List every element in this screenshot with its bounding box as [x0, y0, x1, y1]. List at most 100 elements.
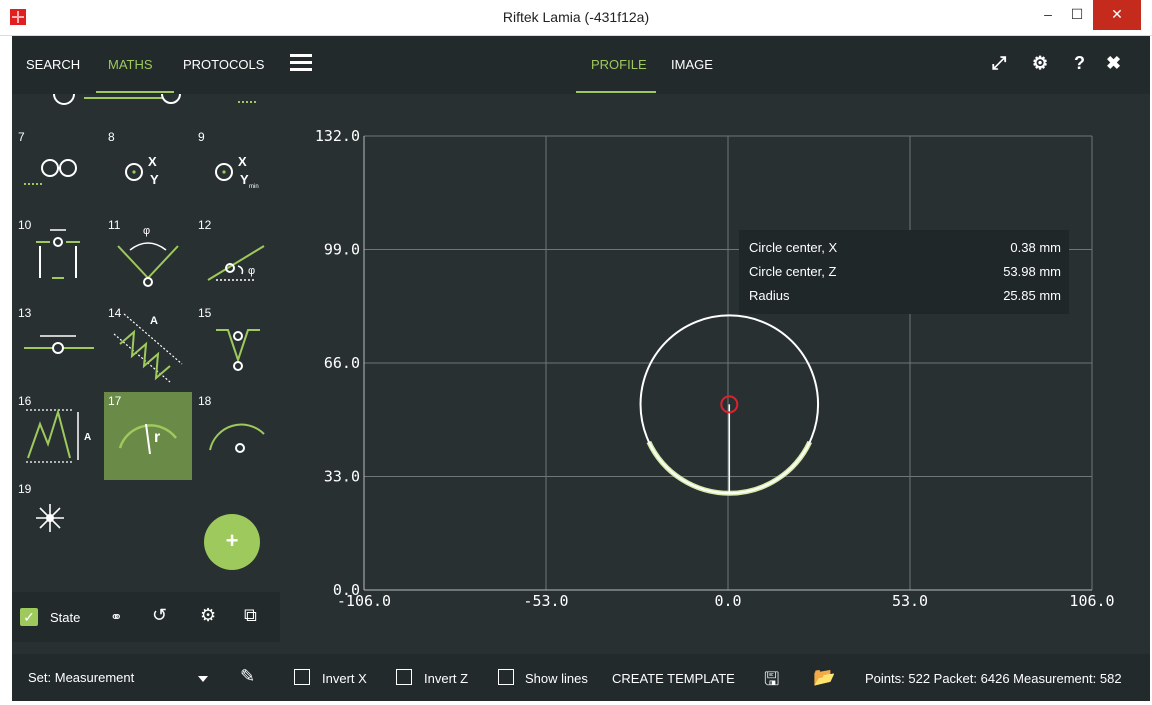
svg-text:φ: φ	[248, 265, 255, 277]
x-tick-label: 106.0	[1069, 592, 1114, 610]
edit-icon[interactable]: ✎	[240, 666, 255, 687]
tile-17-radius[interactable]: 17 r	[104, 392, 192, 480]
close-icon[interactable]: ✖	[1106, 53, 1121, 74]
tab-maths[interactable]: MATHS	[108, 57, 153, 72]
y-tick-label: 99.0	[324, 241, 360, 259]
two-circles-icon	[24, 159, 77, 185]
tile-8[interactable]: 8 X Y	[104, 128, 192, 216]
invert-z-checkbox[interactable]	[396, 669, 412, 685]
set-row: Set: Measurement ✎	[12, 654, 280, 701]
gear-icon[interactable]: ⚙	[200, 605, 216, 626]
tooltip-row: Radius 25.85 mm	[749, 288, 1061, 303]
window-titlebar: Riftek Lamia (-431f12a) ‒ ☐ ✕	[0, 0, 1152, 36]
tab-image[interactable]: IMAGE	[671, 57, 713, 72]
measurement-tooltip: Circle center, X 0.38 mm Circle center, …	[739, 230, 1069, 314]
svg-text:X: X	[238, 154, 247, 169]
settings-gear-icon[interactable]: ⚙	[1032, 53, 1048, 74]
set-dropdown[interactable]: Set: Measurement	[12, 654, 222, 701]
tile-15[interactable]: 15	[194, 304, 280, 392]
tab-search[interactable]: SEARCH	[26, 57, 80, 72]
tooltip-value: 25.85 mm	[1003, 288, 1061, 303]
y-tick-label: 132.0	[315, 127, 360, 145]
sparkle-icon	[36, 504, 64, 532]
state-label: State	[50, 610, 81, 625]
y-tick-label: 0.0	[333, 581, 360, 599]
x-tick-label: -53.0	[523, 592, 568, 610]
set-dropdown-value: Set: Measurement	[28, 670, 135, 685]
gap-width-icon	[36, 229, 80, 279]
peak-height-icon: A	[26, 408, 91, 463]
link-icon[interactable]: ⚭	[110, 608, 123, 626]
y-tick-label: 66.0	[324, 354, 360, 372]
scrolled-tiles-icon	[53, 94, 258, 105]
tooltip-value: 0.38 mm	[1010, 240, 1061, 255]
state-checkbox[interactable]: ✓	[20, 608, 38, 626]
tile-14[interactable]: 14 A	[104, 304, 192, 392]
horizontal-distance-icon	[24, 335, 94, 354]
tab-protocols[interactable]: PROTOCOLS	[183, 57, 264, 72]
x-tick-label: 53.0	[892, 592, 928, 610]
tooltip-row: Circle center, X 0.38 mm	[749, 240, 1061, 255]
svg-text:Y: Y	[150, 172, 159, 187]
active-tab-indicator	[576, 91, 656, 93]
main-bottombar: Invert X Invert Z Show lines CREATE TEMP…	[280, 654, 1150, 701]
svg-text:φ: φ	[143, 225, 150, 237]
tooltip-label: Radius	[749, 288, 790, 303]
window-title: Riftek Lamia (-431f12a)	[502, 9, 650, 25]
tile-9[interactable]: 9 X Y min	[194, 128, 280, 216]
svg-text:A: A	[84, 432, 91, 443]
sidebar-tabs: SEARCH MATHS PROTOCOLS	[12, 36, 280, 94]
state-row: ✓ State ⚭ ↺ ⚙ ⧉	[12, 592, 280, 642]
show-lines-label: Show lines	[525, 671, 588, 686]
show-lines-checkbox[interactable]	[498, 669, 514, 685]
add-math-button[interactable]: +	[204, 514, 260, 570]
arc-center-icon	[209, 423, 265, 453]
open-folder-icon[interactable]: 📂	[813, 667, 835, 688]
incline-angle-icon: φ	[207, 245, 265, 281]
copy-icon[interactable]: ⧉	[244, 605, 257, 626]
svg-text:r: r	[154, 429, 160, 446]
tile-7[interactable]: 7	[14, 128, 102, 216]
tile-11[interactable]: 11 φ	[104, 216, 192, 304]
invert-x-label: Invert X	[322, 671, 367, 686]
status-text: Points: 522 Packet: 6426 Measurement: 58…	[865, 671, 1122, 686]
tile-10[interactable]: 10	[14, 216, 102, 304]
sidebar: SEARCH MATHS PROTOCOLS 7 8 X Y 9 X Y min…	[12, 36, 280, 701]
fullscreen-icon[interactable]: ⤢	[992, 53, 1006, 74]
menu-icon[interactable]	[290, 54, 312, 72]
main-panel: PROFILE IMAGE ⤢ ⚙ ? ✖ -106.0 -53.0 0.0 53.0…	[280, 36, 1150, 701]
tooltip-row: Circle center, Z 53.98 mm	[749, 264, 1061, 279]
svg-text:A: A	[150, 315, 158, 327]
tooltip-label: Circle center, X	[749, 240, 838, 255]
v-angle-icon: φ	[117, 225, 179, 287]
svg-text:min: min	[249, 184, 259, 190]
main-topbar: PROFILE IMAGE ⤢ ⚙ ? ✖	[280, 36, 1150, 94]
active-tab-indicator	[96, 91, 174, 93]
arc-radius-icon: r	[118, 423, 177, 455]
tooltip-label: Circle center, Z	[749, 264, 837, 279]
invert-x-checkbox[interactable]	[294, 669, 310, 685]
save-icon[interactable]: 🖫	[764, 667, 779, 697]
create-template-button[interactable]: CREATE TEMPLATE	[612, 671, 735, 686]
tab-profile[interactable]: PROFILE	[591, 57, 647, 72]
profile-chart: -106.0 -53.0 0.0 53.0 106.00.033.066.099.013…	[315, 127, 1115, 610]
undo-icon[interactable]: ↺	[152, 605, 167, 626]
thread-pitch-icon: A	[113, 313, 183, 383]
circle-center-xy-icon: X Y	[125, 154, 159, 187]
chevron-down-icon	[198, 676, 208, 682]
circle-center-xymin-icon: X Y min	[215, 154, 259, 190]
tile-13[interactable]: 13	[14, 304, 102, 392]
tile-18[interactable]: 18	[194, 392, 280, 480]
tile-19[interactable]: 19	[14, 480, 102, 568]
groove-icon	[216, 329, 260, 371]
help-icon[interactable]: ?	[1074, 53, 1085, 74]
tooltip-value: 53.98 mm	[1003, 264, 1061, 279]
close-window-button[interactable]: ✕	[1093, 0, 1141, 30]
x-tick-label: 0.0	[714, 592, 741, 610]
maximize-button[interactable]: ☐	[1064, 0, 1090, 30]
tile-12[interactable]: 12 φ	[194, 216, 280, 304]
tile-16[interactable]: 16 A	[14, 392, 102, 480]
invert-z-label: Invert Z	[424, 671, 469, 686]
profile-plot[interactable]: -106.0 -53.0 0.0 53.0 106.0 0.0 33.0 66.0 99.0 13…	[280, 94, 1150, 634]
minimize-button[interactable]: ‒	[1035, 0, 1061, 30]
